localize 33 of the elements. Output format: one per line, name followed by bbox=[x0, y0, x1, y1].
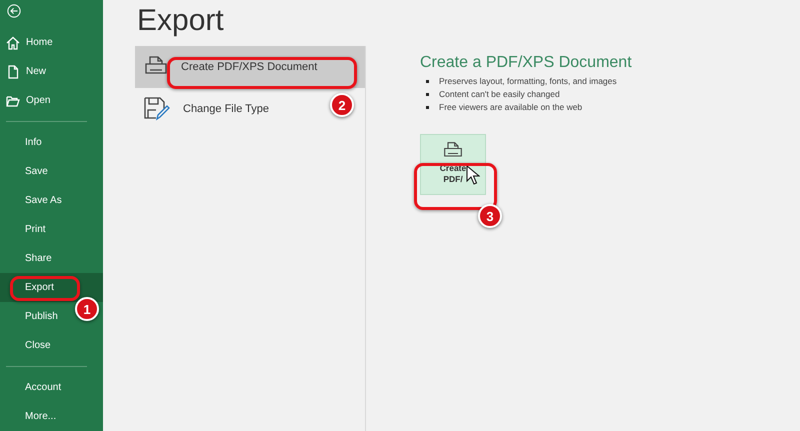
option-label: Change File Type bbox=[183, 103, 270, 115]
home-icon bbox=[6, 36, 20, 50]
menu-item[interactable]: Account bbox=[0, 373, 70, 402]
document-icon bbox=[6, 64, 20, 78]
bullet-text: Preserves layout, formatting, fonts, and images bbox=[439, 76, 617, 86]
bullet-text: Content can't be easily changed bbox=[439, 89, 560, 99]
menu-item[interactable]: Home bbox=[0, 28, 61, 57]
menu-item[interactable]: Open bbox=[0, 86, 58, 115]
section-heading: Create a PDF/XPS Document bbox=[420, 54, 632, 72]
menu-item[interactable]: Save bbox=[0, 157, 56, 186]
page-title: Export bbox=[137, 4, 225, 39]
bullet-icon bbox=[426, 106, 429, 108]
menu-item[interactable]: Info bbox=[0, 128, 50, 157]
menu-label: Home bbox=[26, 37, 53, 48]
menu-label: Open bbox=[26, 95, 50, 106]
cursor-icon bbox=[466, 165, 480, 185]
bullet-text: Free viewers are available on the web bbox=[439, 102, 582, 112]
menu-item[interactable]: New bbox=[0, 57, 54, 86]
save-pencil-icon bbox=[143, 96, 171, 122]
bullet-icon bbox=[426, 92, 429, 96]
folder-icon bbox=[6, 94, 20, 108]
highlight-ring bbox=[10, 276, 80, 301]
menu-item[interactable]: Publish bbox=[0, 302, 66, 331]
back-icon[interactable] bbox=[6, 4, 22, 18]
export-option[interactable]: Change File Type bbox=[135, 88, 278, 130]
menu-item[interactable]: Close bbox=[0, 331, 59, 360]
option-label: Create PDF/XPS Document bbox=[181, 61, 318, 73]
menu-item[interactable]: Save As bbox=[0, 186, 70, 215]
menu-item[interactable]: Print bbox=[0, 215, 54, 244]
bullet-icon bbox=[426, 80, 429, 82]
menu-item[interactable]: More... bbox=[0, 402, 64, 431]
menu-item[interactable]: Share bbox=[0, 244, 60, 273]
menu-label: New bbox=[26, 66, 46, 77]
